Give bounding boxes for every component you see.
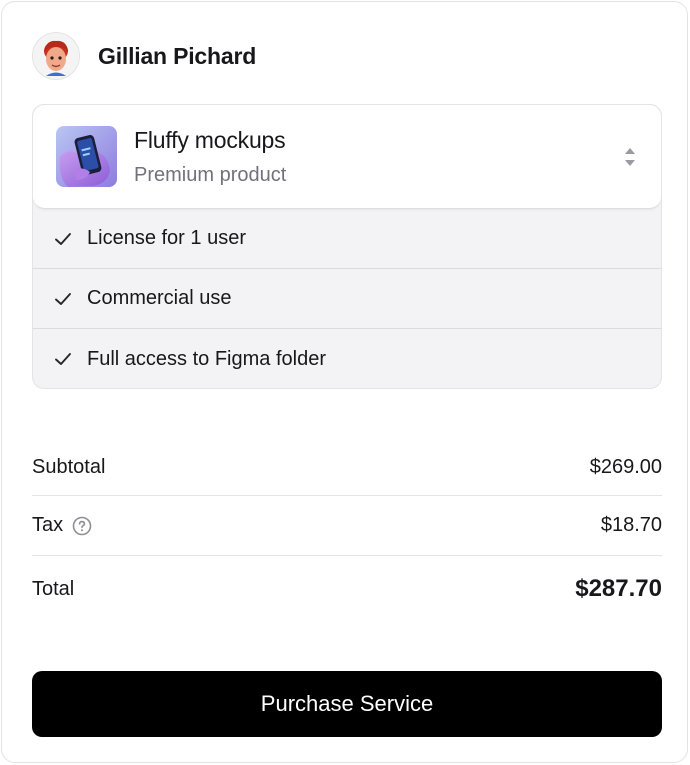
list-item: Full access to Figma folder bbox=[33, 329, 661, 388]
tax-row: Tax $18.70 bbox=[32, 496, 662, 556]
check-icon bbox=[55, 292, 71, 305]
chevron-up-down-icon[interactable] bbox=[623, 146, 637, 168]
subtotal-value: $269.00 bbox=[589, 456, 662, 478]
list-item: Commercial use bbox=[33, 269, 661, 329]
checkout-card: Gillian Pichard Fluffy mockups Premium p… bbox=[1, 1, 688, 763]
avatar[interactable] bbox=[32, 32, 80, 80]
tax-label-wrap: Tax bbox=[32, 514, 92, 537]
feature-list: License for 1 user Commercial use Full a… bbox=[33, 209, 661, 388]
product-text: Fluffy mockups Premium product bbox=[134, 127, 286, 187]
user-header: Gillian Pichard bbox=[32, 32, 256, 80]
tax-value: $18.70 bbox=[600, 514, 662, 536]
feature-label: Commercial use bbox=[87, 287, 232, 309]
avatar-icon bbox=[44, 40, 68, 76]
check-icon bbox=[55, 353, 71, 365]
subtotal-label: Subtotal bbox=[32, 456, 106, 478]
check-icon bbox=[55, 232, 71, 245]
user-name: Gillian Pichard bbox=[98, 42, 257, 69]
total-value: $287.70 bbox=[575, 575, 662, 602]
total-row: Total $287.70 bbox=[32, 556, 662, 622]
list-item: License for 1 user bbox=[33, 209, 661, 269]
tax-label: Tax bbox=[32, 514, 64, 536]
product-subtitle: Premium product bbox=[134, 163, 287, 186]
subtotal-row: Subtotal $269.00 bbox=[32, 437, 662, 496]
feature-label: License for 1 user bbox=[87, 227, 246, 249]
product-selector-box: Fluffy mockups Premium product License f… bbox=[32, 104, 662, 389]
total-label: Total bbox=[32, 577, 75, 600]
phone-mockup-thumbnail-icon bbox=[56, 126, 117, 187]
purchase-service-button[interactable]: Purchase Service bbox=[32, 671, 662, 737]
price-summary: Subtotal $269.00 Tax $18.70 Total $287.7… bbox=[32, 437, 662, 622]
product-selector[interactable]: Fluffy mockups Premium product bbox=[33, 105, 661, 209]
product-title: Fluffy mockups bbox=[134, 126, 286, 153]
feature-label: Full access to Figma folder bbox=[87, 347, 326, 370]
product-thumbnail bbox=[56, 126, 117, 187]
question-circle-icon[interactable] bbox=[72, 516, 92, 536]
